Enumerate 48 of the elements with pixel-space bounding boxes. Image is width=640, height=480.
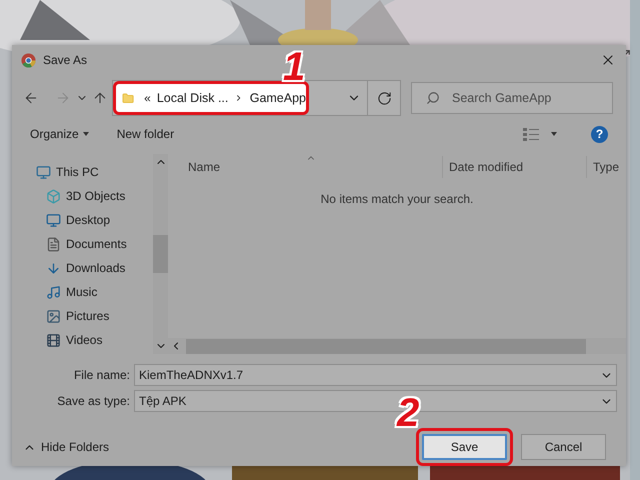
nav-item[interactable]: Pictures bbox=[12, 308, 153, 324]
scrollbar-thumb[interactable] bbox=[153, 235, 168, 273]
nav-item[interactable]: 3D Objects bbox=[12, 188, 153, 204]
hide-folders-button[interactable]: Hide Folders bbox=[23, 438, 110, 456]
document-icon bbox=[46, 236, 61, 252]
folder-icon bbox=[122, 90, 134, 106]
breadcrumb-bar[interactable]: « Local Disk ... GameApp bbox=[113, 81, 309, 115]
refresh-button[interactable] bbox=[368, 80, 401, 116]
refresh-icon bbox=[376, 90, 392, 106]
up-button[interactable] bbox=[92, 90, 108, 106]
nav-item[interactable]: Desktop bbox=[12, 212, 153, 228]
new-folder-button[interactable]: New folder bbox=[116, 125, 174, 143]
back-icon bbox=[23, 90, 39, 106]
computer-icon bbox=[36, 164, 51, 180]
music-note-icon bbox=[46, 284, 61, 300]
organize-button[interactable]: Organize bbox=[30, 125, 89, 143]
desktop-icon bbox=[46, 212, 61, 228]
view-dropdown-icon[interactable] bbox=[551, 132, 557, 136]
nav-scrollbar[interactable] bbox=[153, 154, 168, 354]
nav-item[interactable]: Videos bbox=[12, 332, 153, 348]
scrollbar-thumb[interactable] bbox=[186, 338, 586, 354]
window-title: Save As bbox=[43, 52, 88, 69]
file-name-field[interactable]: KiemTheADNXv1.7 bbox=[134, 364, 617, 386]
breadcrumb-item[interactable]: Local Disk ... bbox=[156, 88, 228, 108]
search-icon bbox=[426, 91, 440, 105]
cube-icon bbox=[46, 188, 61, 204]
field-label: File name: bbox=[72, 367, 131, 384]
empty-message: No items match your search. bbox=[320, 191, 474, 208]
nav-item[interactable]: Documents bbox=[12, 236, 153, 252]
column-header[interactable]: Date modified bbox=[443, 156, 587, 178]
picture-icon bbox=[46, 308, 61, 324]
download-icon bbox=[46, 260, 61, 276]
forward-icon bbox=[55, 90, 71, 106]
film-icon bbox=[46, 332, 61, 348]
breadcrumb-item[interactable]: GameApp bbox=[250, 88, 306, 108]
column-header[interactable]: Name bbox=[168, 156, 443, 178]
nav-item[interactable]: Music bbox=[12, 284, 153, 300]
nav-item[interactable]: This PC bbox=[12, 164, 153, 180]
help-button[interactable]: ? bbox=[591, 126, 608, 142]
browser-logo-icon bbox=[21, 52, 36, 68]
address-bar[interactable]: « Local Disk ... GameApp bbox=[112, 80, 368, 116]
field-label: Save as type: bbox=[56, 393, 131, 410]
overflow-chevrons[interactable]: « bbox=[144, 89, 151, 107]
nav-item[interactable]: Downloads bbox=[12, 260, 153, 276]
search-field[interactable]: Search GameApp bbox=[411, 82, 613, 114]
column-header[interactable]: Type bbox=[587, 156, 626, 178]
cancel-button[interactable]: Cancel bbox=[521, 434, 606, 460]
horizontal-scrollbar[interactable] bbox=[168, 338, 626, 354]
